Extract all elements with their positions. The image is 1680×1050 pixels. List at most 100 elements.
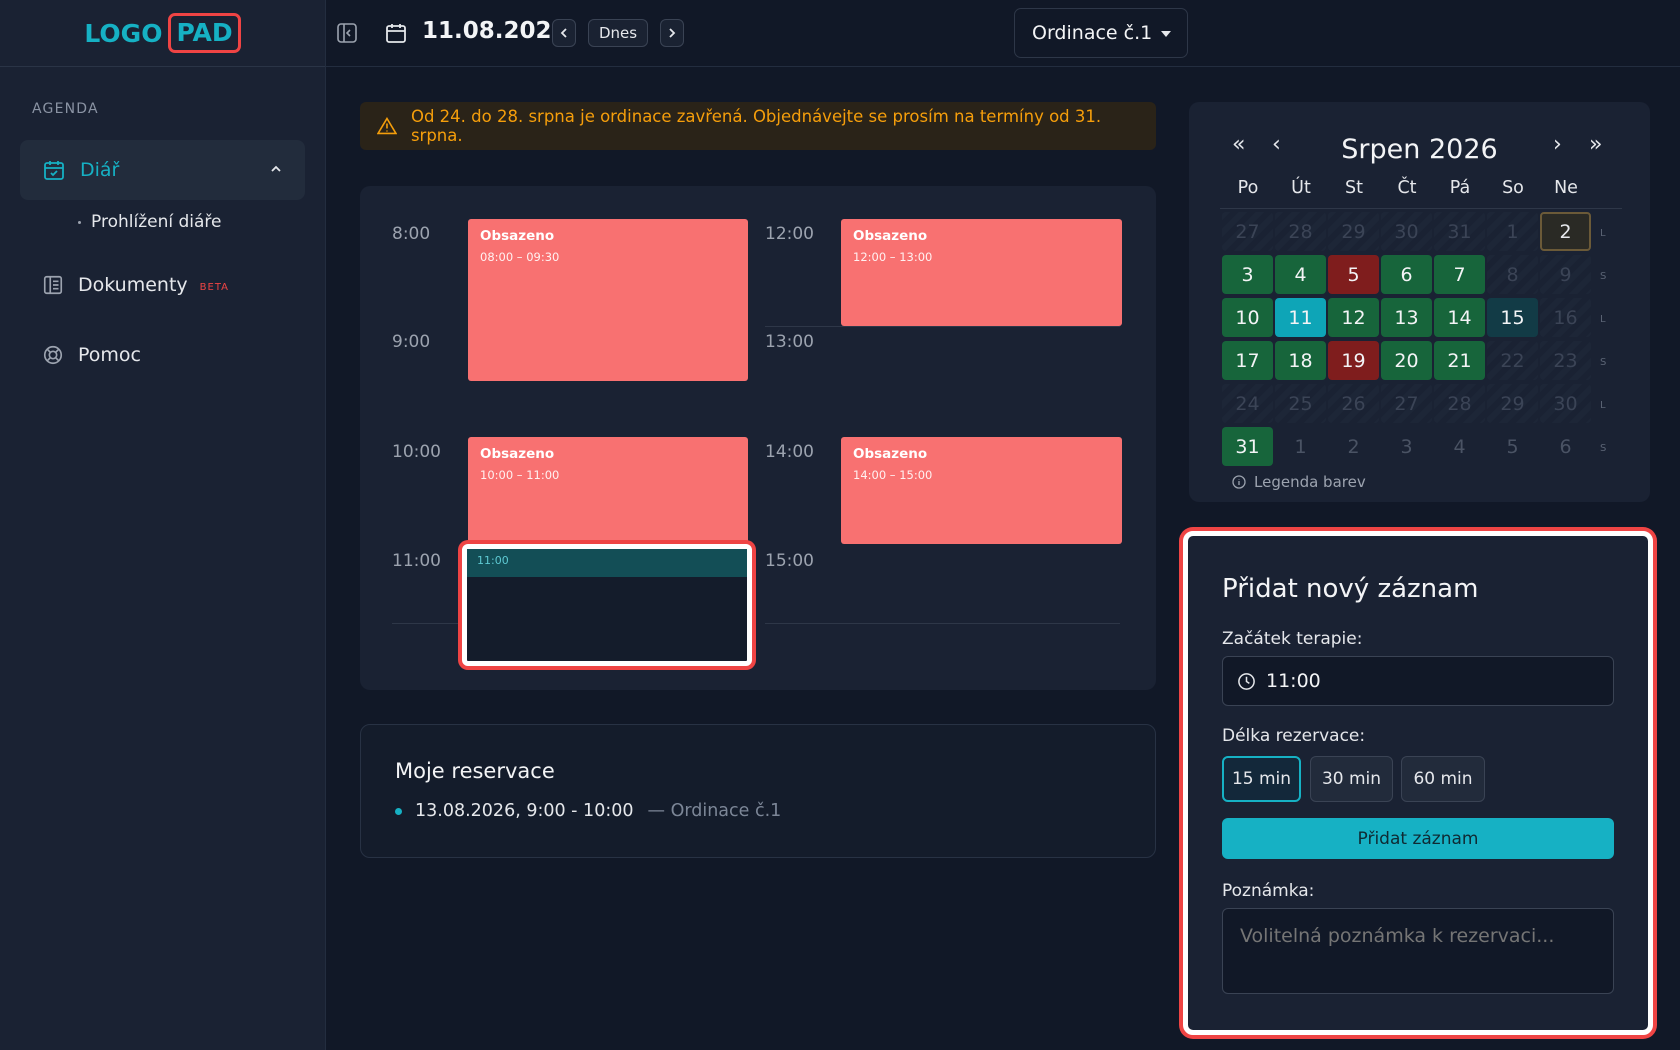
weekday-label: Po bbox=[1237, 178, 1259, 198]
calendar-day: 31 bbox=[1434, 212, 1485, 251]
duration-60-button[interactable]: 60 min bbox=[1401, 756, 1485, 802]
bullet-dot bbox=[78, 220, 81, 224]
weekday-label: Ne bbox=[1554, 178, 1578, 198]
color-legend[interactable]: Legenda barev bbox=[1232, 473, 1366, 491]
document-icon bbox=[43, 275, 63, 295]
prev-day-button[interactable] bbox=[552, 19, 576, 47]
weekday-label: St bbox=[1345, 178, 1363, 198]
warning-icon bbox=[377, 117, 397, 135]
event-title: Obsazeno bbox=[480, 228, 555, 244]
reservation-item[interactable]: 13.08.2026, 9:00 - 10:00 — Ordinace č.1 bbox=[395, 801, 781, 821]
sidebar-item-label: Diář bbox=[80, 159, 120, 181]
logo-area: LOGO PAD bbox=[0, 0, 325, 67]
chevron-up-icon[interactable] bbox=[269, 162, 283, 176]
chevron-left-icon bbox=[560, 28, 567, 38]
calendar-day: 30 bbox=[1381, 212, 1432, 251]
calendar-day: 29 bbox=[1328, 212, 1379, 251]
weekday-label: Čt bbox=[1397, 178, 1417, 198]
sidebar-item-pomoc[interactable]: Pomoc bbox=[42, 344, 141, 366]
closure-alert: Od 24. do 28. srpna je ordinace zavřená.… bbox=[360, 102, 1156, 150]
sidebar-subitem-prohlizeni[interactable]: Prohlížení diáře bbox=[78, 212, 221, 232]
calendar-day-selected[interactable]: 11 bbox=[1275, 298, 1326, 337]
selected-time-slot[interactable]: 11:00 bbox=[462, 544, 752, 666]
start-time-value: 11:00 bbox=[1266, 670, 1321, 692]
calendar-day: 2 bbox=[1347, 435, 1360, 458]
calendar-icon[interactable] bbox=[384, 21, 408, 45]
next-month-button[interactable]: › bbox=[1553, 132, 1562, 157]
calendar-day: 1 bbox=[1294, 435, 1307, 458]
calendar-day: 22 bbox=[1487, 341, 1538, 380]
selected-slot-time: 11:00 bbox=[467, 549, 747, 577]
calendar-day: 26 bbox=[1328, 384, 1379, 423]
calendar-day: 5 bbox=[1506, 435, 1519, 458]
calendar-day[interactable]: 2 bbox=[1540, 212, 1591, 251]
weekday-label: Pá bbox=[1449, 178, 1471, 198]
note-textarea[interactable] bbox=[1222, 908, 1614, 994]
add-record-button[interactable]: Přidat záznam bbox=[1222, 818, 1614, 859]
topbar: 11.08.2026 Dnes Ordinace č.1 bbox=[326, 0, 1680, 67]
event-title: Obsazeno bbox=[853, 446, 928, 462]
logo[interactable]: LOGO PAD bbox=[84, 13, 241, 53]
duration-30-button[interactable]: 30 min bbox=[1310, 756, 1393, 802]
next-day-button[interactable] bbox=[660, 19, 684, 47]
duration-label: Délka rezervace: bbox=[1222, 726, 1366, 746]
calendar-day: 8 bbox=[1487, 255, 1538, 294]
calendar-day: 23 bbox=[1540, 341, 1591, 380]
calendar-day[interactable]: 15 bbox=[1487, 298, 1538, 337]
sidebar-item-label: Pomoc bbox=[78, 344, 141, 366]
calendar-day[interactable]: 21 bbox=[1434, 341, 1485, 380]
next-year-button[interactable]: » bbox=[1589, 132, 1602, 157]
event-time: 08:00 – 09:30 bbox=[480, 250, 560, 264]
duration-15-button[interactable]: 15 min bbox=[1222, 756, 1301, 802]
calendar-day[interactable]: 18 bbox=[1275, 341, 1326, 380]
start-time-input[interactable]: 11:00 bbox=[1222, 656, 1614, 706]
grid-line bbox=[765, 623, 1120, 624]
calendar-day[interactable]: 12 bbox=[1328, 298, 1379, 337]
reservation-when: 13.08.2026, 9:00 - 10:00 bbox=[415, 801, 634, 821]
calendar-title: Srpen 2026 bbox=[1341, 134, 1498, 165]
calendar-day: 27 bbox=[1222, 212, 1273, 251]
logo-text: LOGO bbox=[84, 18, 163, 48]
calendar-day[interactable]: 4 bbox=[1275, 255, 1326, 294]
info-icon bbox=[1232, 475, 1246, 489]
calendar-day: 1 bbox=[1487, 212, 1538, 251]
busy-event[interactable]: Obsazeno 14:00 – 15:00 bbox=[841, 437, 1122, 544]
calendar-day[interactable]: 31 bbox=[1222, 427, 1273, 466]
calendar-check-icon bbox=[44, 161, 64, 180]
week-mark: L bbox=[1600, 228, 1606, 239]
start-label: Začátek terapie: bbox=[1222, 629, 1363, 649]
alert-text: Od 24. do 28. srpna je ordinace zavřená.… bbox=[410, 107, 1102, 145]
current-date[interactable]: 11.08.2026 bbox=[422, 18, 568, 44]
calendar-day[interactable]: 3 bbox=[1222, 255, 1273, 294]
busy-event[interactable]: Obsazeno 12:00 – 13:00 bbox=[841, 219, 1122, 326]
calendar-day[interactable]: 20 bbox=[1381, 341, 1432, 380]
sidebar: LOGO PAD AGENDA Diář Prohlížení diáře Do… bbox=[0, 0, 326, 1050]
calendar-day[interactable]: 6 bbox=[1381, 255, 1432, 294]
calendar-day: 27 bbox=[1381, 384, 1432, 423]
event-title: Obsazeno bbox=[853, 228, 928, 244]
busy-event[interactable]: Obsazeno 08:00 – 09:30 bbox=[468, 219, 748, 381]
section-label: AGENDA bbox=[32, 101, 99, 117]
logo-pad: PAD bbox=[168, 13, 241, 53]
calendar-day[interactable]: 7 bbox=[1434, 255, 1485, 294]
sidebar-toggle-icon[interactable] bbox=[336, 22, 358, 44]
legend-label: Legenda barev bbox=[1254, 473, 1366, 491]
calendar-day[interactable]: 13 bbox=[1381, 298, 1432, 337]
week-mark: S bbox=[1600, 443, 1607, 454]
lifebuoy-icon bbox=[43, 345, 63, 365]
sidebar-item-dokumenty[interactable]: Dokumenty BETA bbox=[42, 274, 229, 296]
office-select[interactable]: Ordinace č.1 bbox=[1014, 8, 1188, 58]
sidebar-item-diar[interactable]: Diář bbox=[20, 140, 305, 200]
calendar-day[interactable]: 10 bbox=[1222, 298, 1273, 337]
today-button[interactable]: Dnes bbox=[588, 19, 648, 47]
calendar-day: 24 bbox=[1222, 384, 1273, 423]
calendar-day[interactable]: 5 bbox=[1328, 255, 1379, 294]
bullet-dot bbox=[395, 807, 402, 815]
calendar-day[interactable]: 19 bbox=[1328, 341, 1379, 380]
calendar-day: 29 bbox=[1487, 384, 1538, 423]
calendar-day[interactable]: 14 bbox=[1434, 298, 1485, 337]
calendar-day[interactable]: 17 bbox=[1222, 341, 1273, 380]
event-time: 10:00 – 11:00 bbox=[480, 468, 560, 482]
my-reservations: Moje reservace 13.08.2026, 9:00 - 10:00 … bbox=[360, 724, 1156, 858]
busy-event[interactable]: Obsazeno 10:00 – 11:00 bbox=[468, 437, 748, 544]
